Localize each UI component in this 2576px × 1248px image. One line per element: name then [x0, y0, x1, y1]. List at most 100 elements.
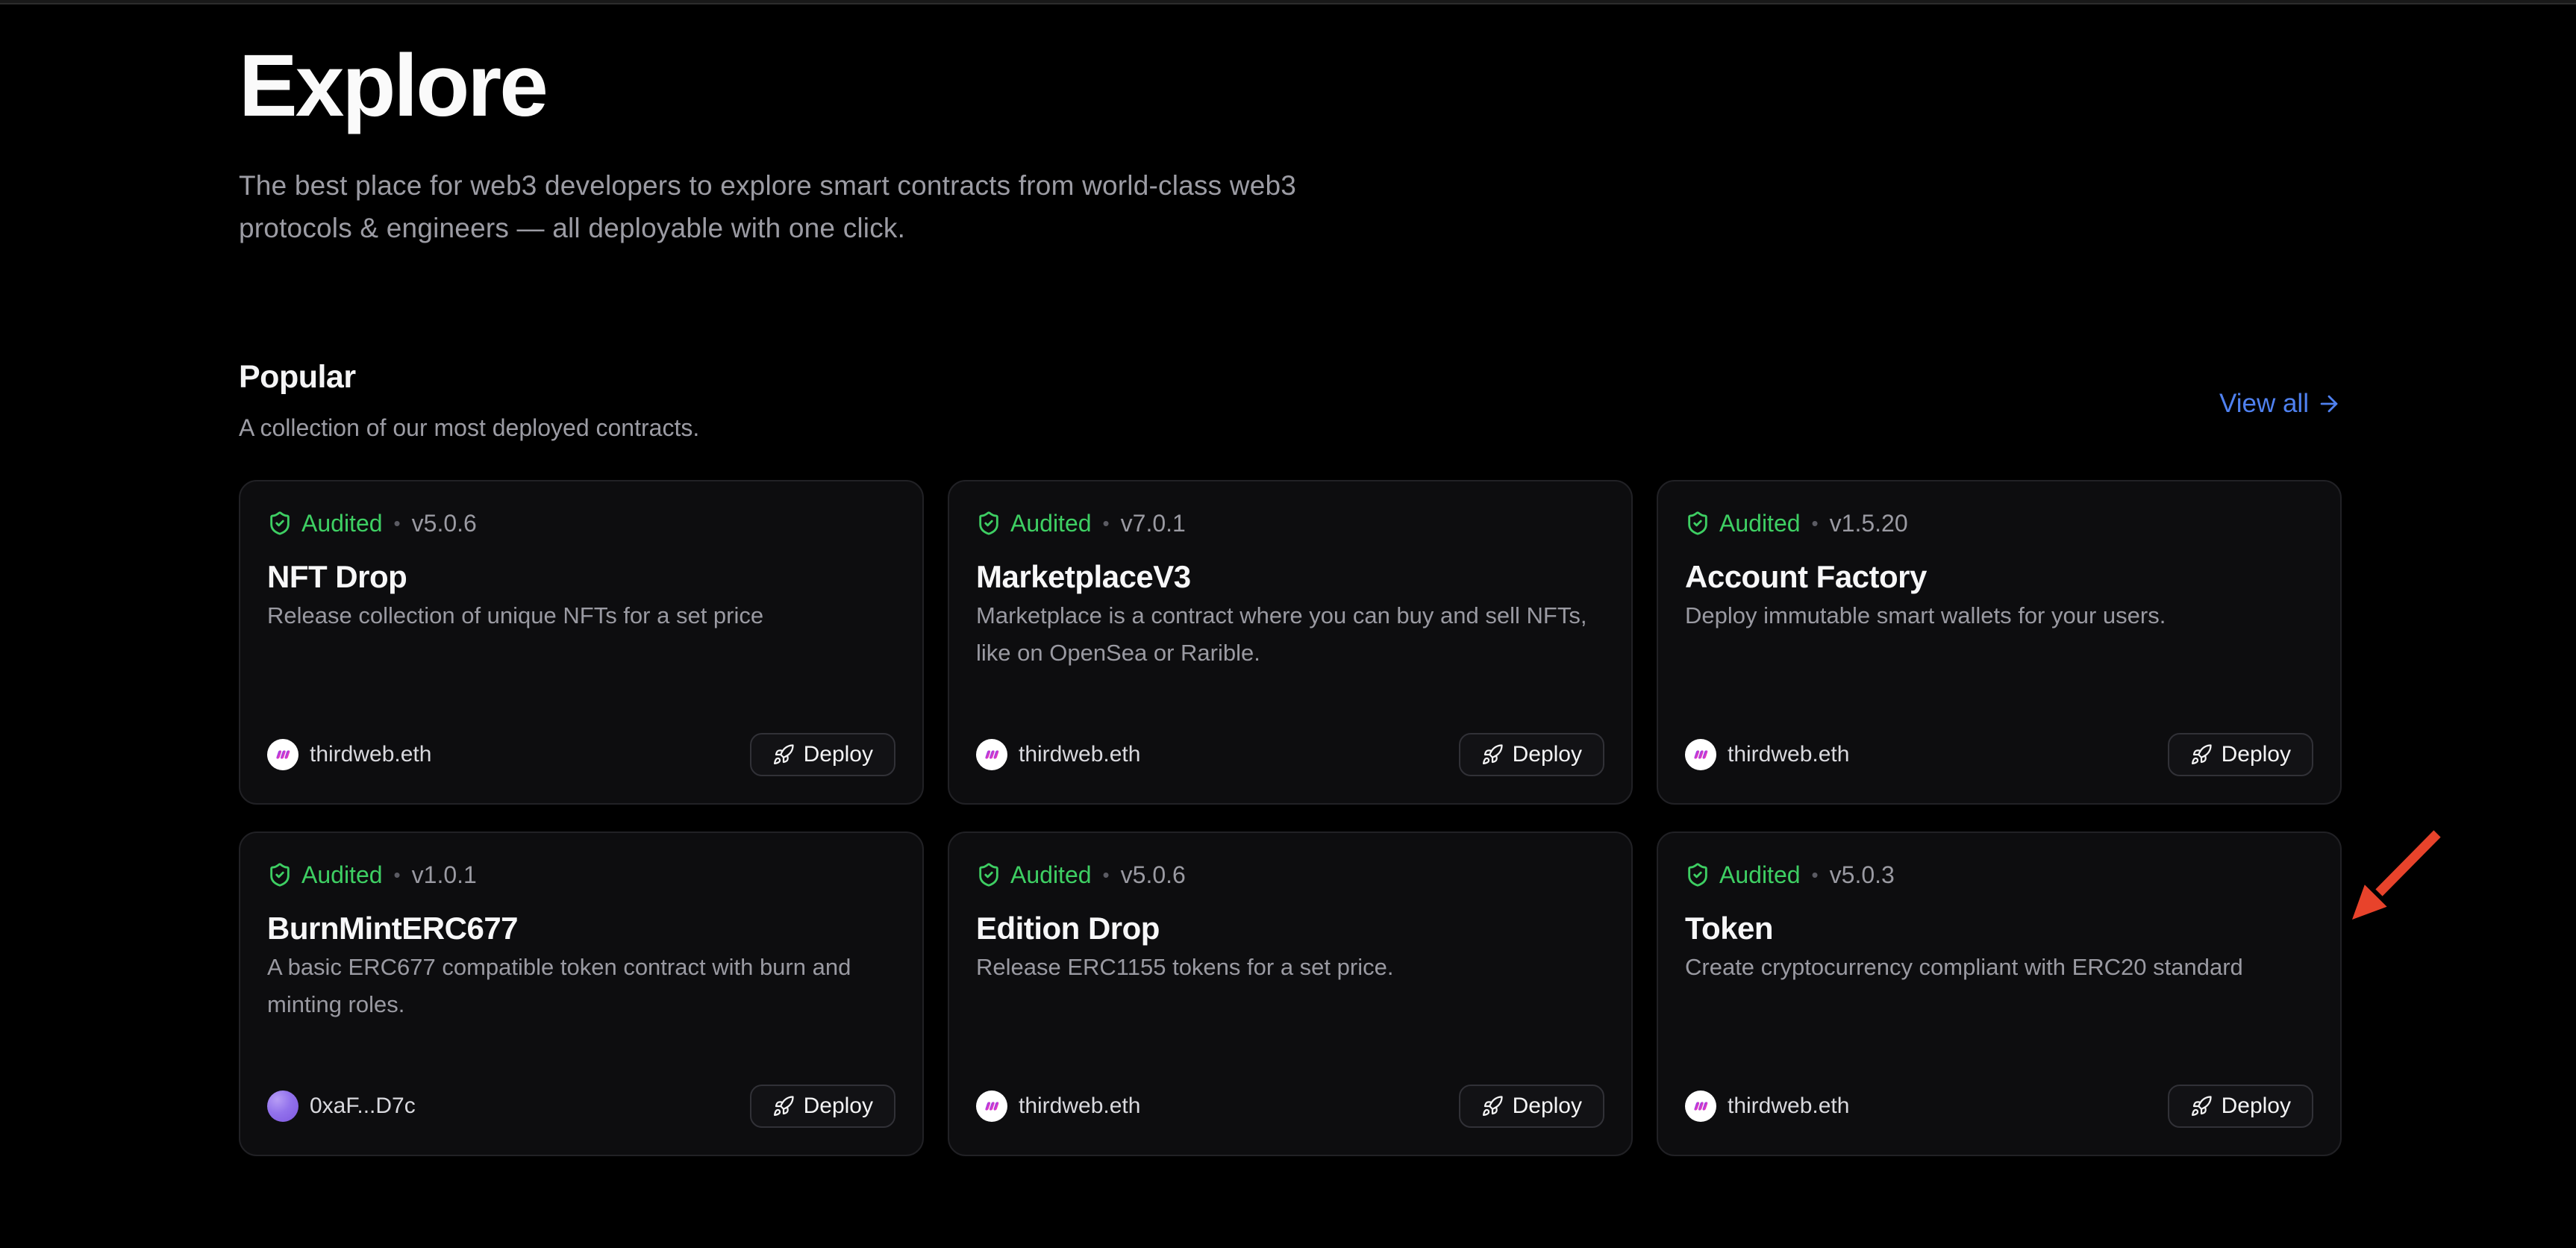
popular-cards-grid: Audited • v5.0.6 NFT Drop Release collec…: [239, 480, 2342, 1156]
publisher-link[interactable]: thirdweb.eth: [267, 739, 431, 770]
deploy-button[interactable]: Deploy: [750, 733, 895, 776]
meta-separator: •: [1812, 864, 1819, 887]
top-divider: [0, 0, 2576, 4]
rocket-icon: [2190, 743, 2213, 766]
explore-page: Explore The best place for web3 develope…: [239, 6, 2342, 1156]
deploy-label: Deploy: [1513, 742, 1582, 767]
annotation-arrow-icon: [2327, 817, 2454, 952]
thirdweb-logo-avatar: [1685, 739, 1716, 770]
rocket-icon: [1481, 743, 1504, 766]
deploy-button[interactable]: Deploy: [2168, 733, 2313, 776]
popular-subheading: A collection of our most deployed contra…: [239, 410, 699, 446]
card-footer: thirdweb.eth Deploy: [976, 733, 1604, 776]
publisher-link[interactable]: thirdweb.eth: [976, 1091, 1140, 1122]
publisher-name: thirdweb.eth: [1728, 742, 1849, 767]
contract-description: Create cryptocurrency compliant with ERC…: [1685, 949, 2313, 986]
shield-check-icon: [976, 862, 1001, 887]
contract-title: MarketplaceV3: [976, 558, 1604, 596]
rocket-icon: [1481, 1095, 1504, 1117]
contract-title: Account Factory: [1685, 558, 2313, 596]
contract-card-marketplacev3[interactable]: Audited • v7.0.1 MarketplaceV3 Marketpla…: [948, 480, 1633, 805]
publisher-link[interactable]: thirdweb.eth: [1685, 739, 1849, 770]
page-description-line2: protocols & engineers — all deployable w…: [239, 207, 2342, 249]
audited-badge: Audited • v5.0.6: [976, 860, 1604, 890]
version-label: v5.0.6: [1121, 861, 1186, 889]
view-all-link[interactable]: View all: [2219, 389, 2342, 419]
deploy-button[interactable]: Deploy: [1459, 1085, 1604, 1128]
publisher-name: thirdweb.eth: [1019, 1093, 1140, 1119]
meta-separator: •: [1812, 512, 1819, 535]
deploy-label: Deploy: [2222, 742, 2291, 767]
audited-badge: Audited • v7.0.1: [976, 508, 1604, 538]
contract-description: Release collection of unique NFTs for a …: [267, 597, 895, 634]
contract-description: Release ERC1155 tokens for a set price.: [976, 949, 1604, 986]
audited-label: Audited: [1010, 861, 1092, 889]
popular-heading: Popular: [239, 361, 699, 393]
rocket-icon: [772, 1095, 795, 1117]
card-footer: 0xaF...D7c Deploy: [267, 1085, 895, 1128]
rocket-icon: [772, 743, 795, 766]
meta-separator: •: [394, 512, 401, 535]
audited-badge: Audited • v5.0.6: [267, 508, 895, 538]
contract-title: NFT Drop: [267, 558, 895, 596]
deploy-label: Deploy: [2222, 1093, 2291, 1119]
deploy-label: Deploy: [804, 1093, 873, 1119]
arrow-right-icon: [2316, 391, 2342, 416]
thirdweb-logo-avatar: [976, 739, 1007, 770]
audited-label: Audited: [1010, 510, 1092, 537]
contract-card-account-factory[interactable]: Audited • v1.5.20 Account Factory Deploy…: [1657, 480, 2342, 805]
thirdweb-logo-avatar: [267, 739, 298, 770]
contract-card-burnminterc677[interactable]: Audited • v1.0.1 BurnMintERC677 A basic …: [239, 832, 924, 1156]
deploy-button[interactable]: Deploy: [750, 1085, 895, 1128]
page-description-line1: The best place for web3 developers to ex…: [239, 164, 2342, 207]
contract-description: Marketplace is a contract where you can …: [976, 597, 1604, 672]
meta-separator: •: [394, 864, 401, 887]
shield-check-icon: [976, 511, 1001, 536]
audited-label: Audited: [301, 510, 383, 537]
card-footer: thirdweb.eth Deploy: [976, 1085, 1604, 1128]
deploy-button[interactable]: Deploy: [2168, 1085, 2313, 1128]
publisher-name: thirdweb.eth: [1728, 1093, 1849, 1119]
page-title: Explore: [239, 42, 2342, 130]
contract-description: A basic ERC677 compatible token contract…: [267, 949, 895, 1023]
card-footer: thirdweb.eth Deploy: [1685, 1085, 2313, 1128]
publisher-name: thirdweb.eth: [1019, 742, 1140, 767]
deploy-label: Deploy: [804, 742, 873, 767]
version-label: v1.5.20: [1830, 510, 1908, 537]
shield-check-icon: [267, 862, 293, 887]
audited-badge: Audited • v1.5.20: [1685, 508, 2313, 538]
contract-title: BurnMintERC677: [267, 910, 895, 947]
publisher-link[interactable]: thirdweb.eth: [1685, 1091, 1849, 1122]
deploy-label: Deploy: [1513, 1093, 1582, 1119]
version-label: v5.0.6: [412, 510, 477, 537]
rocket-icon: [2190, 1095, 2213, 1117]
thirdweb-logo-avatar: [976, 1091, 1007, 1122]
contract-card-token[interactable]: Audited • v5.0.3 Token Create cryptocurr…: [1657, 832, 2342, 1156]
card-footer: thirdweb.eth Deploy: [267, 733, 895, 776]
contract-description: Deploy immutable smart wallets for your …: [1685, 597, 2313, 634]
contract-card-edition-drop[interactable]: Audited • v5.0.6 Edition Drop Release ER…: [948, 832, 1633, 1156]
audited-label: Audited: [1719, 510, 1801, 537]
version-label: v7.0.1: [1121, 510, 1186, 537]
contract-card-nft-drop[interactable]: Audited • v5.0.6 NFT Drop Release collec…: [239, 480, 924, 805]
version-label: v5.0.3: [1830, 861, 1895, 889]
view-all-label: View all: [2219, 389, 2309, 419]
shield-check-icon: [267, 511, 293, 536]
shield-check-icon: [1685, 862, 1710, 887]
contract-title: Token: [1685, 910, 2313, 947]
publisher-name: thirdweb.eth: [310, 742, 431, 767]
meta-separator: •: [1103, 864, 1110, 887]
audited-badge: Audited • v5.0.3: [1685, 860, 2313, 890]
audited-label: Audited: [301, 861, 383, 889]
publisher-link[interactable]: 0xaF...D7c: [267, 1091, 416, 1122]
deploy-button[interactable]: Deploy: [1459, 733, 1604, 776]
popular-section-titles: Popular A collection of our most deploye…: [239, 361, 699, 446]
page-description: The best place for web3 developers to ex…: [239, 164, 2342, 249]
audited-badge: Audited • v1.0.1: [267, 860, 895, 890]
audited-label: Audited: [1719, 861, 1801, 889]
shield-check-icon: [1685, 511, 1710, 536]
wallet-gradient-avatar: [267, 1091, 298, 1122]
meta-separator: •: [1103, 512, 1110, 535]
version-label: v1.0.1: [412, 861, 477, 889]
publisher-link[interactable]: thirdweb.eth: [976, 739, 1140, 770]
